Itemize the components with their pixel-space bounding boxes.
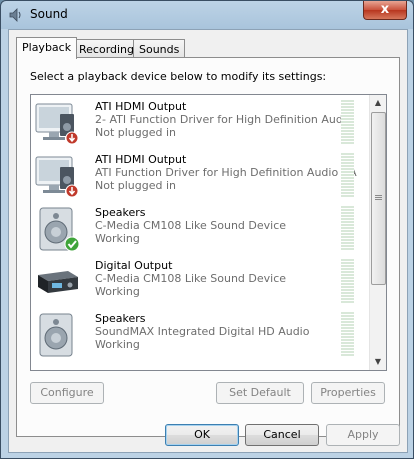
list-item[interactable]: ATI HDMI Output 2- ATI Function Driver f…	[31, 95, 369, 148]
apply-button[interactable]: Apply	[326, 424, 400, 446]
scroll-up-arrow-icon[interactable]: ▲	[370, 95, 386, 111]
device-status: Working	[95, 338, 140, 351]
device-description: C-Media CM108 Like Sound Device	[95, 219, 287, 232]
volume-meter	[341, 206, 354, 250]
device-name: Digital Output	[95, 259, 173, 272]
tab-sounds[interactable]: Sounds	[133, 39, 186, 59]
device-status: Not plugged in	[95, 126, 177, 139]
tab-recording[interactable]: Recording	[73, 39, 141, 59]
title-bar[interactable]: Sound x	[1, 1, 413, 29]
speaker-icon	[39, 313, 73, 357]
list-item[interactable]: Digital Output C-Media CM108 Like Sound …	[31, 254, 369, 307]
configure-button[interactable]: Configure	[30, 382, 104, 404]
device-name: Speakers	[95, 312, 146, 325]
speaker-icon	[39, 207, 80, 252]
cancel-button[interactable]: Cancel	[245, 424, 319, 446]
ok-button[interactable]: OK	[165, 424, 239, 446]
tab-playback[interactable]: Playback	[16, 37, 78, 59]
close-button[interactable]: x	[363, 1, 407, 20]
device-name: ATI HDMI Output	[95, 100, 187, 113]
vertical-scrollbar[interactable]: ▲ ▼	[369, 95, 386, 370]
device-name: Speakers	[95, 206, 146, 219]
volume-meter	[341, 153, 354, 197]
device-status: Working	[95, 285, 140, 298]
device-description: 2- ATI Function Driver for High Definiti…	[95, 113, 357, 126]
list-item[interactable]: ATI HDMI Output ATI Function Driver for …	[31, 148, 369, 201]
device-status: Not plugged in	[95, 179, 177, 192]
scroll-down-arrow-icon[interactable]: ▼	[370, 354, 386, 370]
speaker-volume-icon	[9, 8, 21, 22]
device-status: Working	[95, 232, 140, 245]
instruction-text: Select a playback device below to modify…	[30, 70, 327, 83]
device-description: ATI Function Driver for High Definition …	[95, 166, 357, 179]
scrollbar-thumb[interactable]	[371, 112, 386, 285]
volume-meter	[341, 100, 354, 144]
list-item[interactable]: Speakers C-Media CM108 Like Sound Device…	[31, 201, 369, 254]
dialog-client: Playback Recording Sounds Select a playb…	[8, 29, 408, 453]
volume-meter	[341, 259, 354, 303]
properties-button[interactable]: Properties	[311, 382, 385, 404]
receiver-icon	[38, 271, 78, 293]
monitor-speaker-icon	[35, 103, 79, 145]
monitor-speaker-icon	[35, 156, 79, 198]
set-default-button[interactable]: Set Default	[216, 382, 304, 404]
device-name: ATI HDMI Output	[95, 153, 187, 166]
playback-panel: Select a playback device below to modify…	[16, 57, 400, 437]
volume-meter	[341, 312, 354, 356]
device-list[interactable]: ATI HDMI Output 2- ATI Function Driver f…	[30, 94, 387, 371]
device-description: C-Media CM108 Like Sound Device	[95, 272, 287, 285]
grip-icon	[375, 195, 382, 201]
list-item[interactable]: Speakers SoundMAX Integrated Digital HD …	[31, 307, 369, 360]
device-description: SoundMAX Integrated Digital HD Audio	[95, 325, 310, 338]
sound-dialog: Sound x Playback Recording Sounds Select…	[0, 0, 414, 459]
window-title: Sound	[30, 7, 68, 21]
